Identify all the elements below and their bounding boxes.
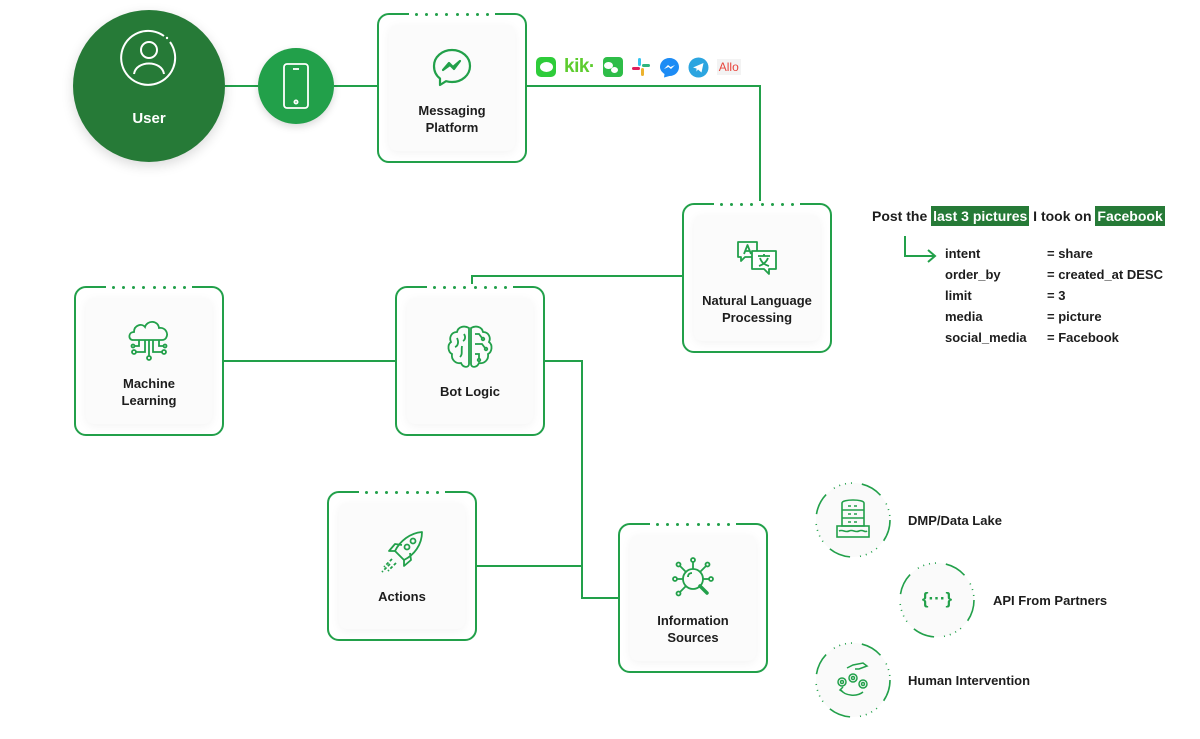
param-row: order_by = created_at DESC — [945, 267, 1163, 282]
source-label: DMP/Data Lake — [908, 513, 1002, 528]
node-dots — [650, 521, 736, 527]
allo-icon[interactable]: Allo — [716, 59, 741, 75]
nlp-arrow — [904, 236, 934, 257]
telegram-icon[interactable] — [688, 57, 709, 78]
bot-logic-label: Bot Logic — [440, 384, 500, 399]
source-label: API From Partners — [993, 593, 1108, 608]
messaging-apps: kik· Allo — [536, 56, 741, 78]
brain-icon — [447, 325, 493, 368]
messenger-icon — [432, 48, 472, 87]
nlp-example-sentence: Post the last 3 pictures I took on Faceb… — [872, 206, 1165, 226]
hand-gears-icon — [837, 662, 869, 696]
rocket-icon — [381, 531, 423, 573]
node-dots — [427, 284, 513, 290]
source-dmp-data-lake[interactable] — [813, 480, 893, 560]
node-dots — [359, 489, 445, 495]
source-label: Human Intervention — [908, 673, 1031, 688]
node-dots — [106, 284, 192, 290]
messaging-platform-node[interactable]: Messaging Platform — [377, 11, 527, 163]
ml-label: Machine Learning — [121, 376, 177, 408]
wire-messaging-nlp — [527, 85, 761, 203]
database-icon — [836, 499, 870, 538]
messenger-app-icon[interactable] — [659, 57, 680, 78]
info-sources-label: Information Sources — [657, 613, 729, 645]
kik-icon[interactable]: kik· — [564, 56, 595, 78]
machine-learning-node[interactable]: Machine Learning — [74, 284, 224, 436]
slack-icon[interactable] — [631, 57, 651, 77]
wire-bot-info — [545, 360, 618, 599]
information-sources-node[interactable]: Information Sources — [618, 521, 768, 673]
param-row: social_media = Facebook — [945, 330, 1119, 345]
smartphone-icon — [283, 63, 309, 109]
param-row: limit = 3 — [945, 288, 1066, 303]
search-network-icon — [672, 557, 714, 597]
translate-icon — [737, 241, 777, 275]
nlp-label: Natural Language Processing — [702, 293, 812, 325]
bot-logic-node[interactable]: Bot Logic — [395, 284, 545, 436]
user-label: User — [132, 110, 166, 127]
wechat-icon[interactable] — [602, 57, 623, 77]
code-braces-icon: {···} — [921, 589, 953, 608]
source-human-intervention[interactable] — [813, 640, 893, 720]
node-dots — [714, 201, 800, 207]
param-row: media = picture — [945, 309, 1102, 324]
messaging-label: Messaging Platform — [418, 103, 486, 135]
node-dots — [409, 11, 495, 17]
user-node[interactable]: User — [73, 10, 225, 162]
device-node[interactable] — [258, 48, 334, 124]
highlight-last-3-pictures: last 3 pictures — [931, 206, 1030, 226]
nlp-node[interactable]: Natural Language Processing — [682, 201, 832, 353]
highlight-facebook: Facebook — [1095, 206, 1165, 226]
actions-label: Actions — [378, 589, 426, 604]
param-row: intent = share — [945, 246, 1093, 261]
nlp-parameters: intent = share order_by = created_at DESC … — [945, 246, 1163, 351]
source-api-partners[interactable]: {···} — [897, 560, 977, 640]
actions-node[interactable]: Actions — [327, 489, 477, 641]
cloud-network-icon — [128, 320, 168, 361]
user-icon — [120, 29, 177, 86]
line-icon[interactable] — [536, 57, 556, 77]
